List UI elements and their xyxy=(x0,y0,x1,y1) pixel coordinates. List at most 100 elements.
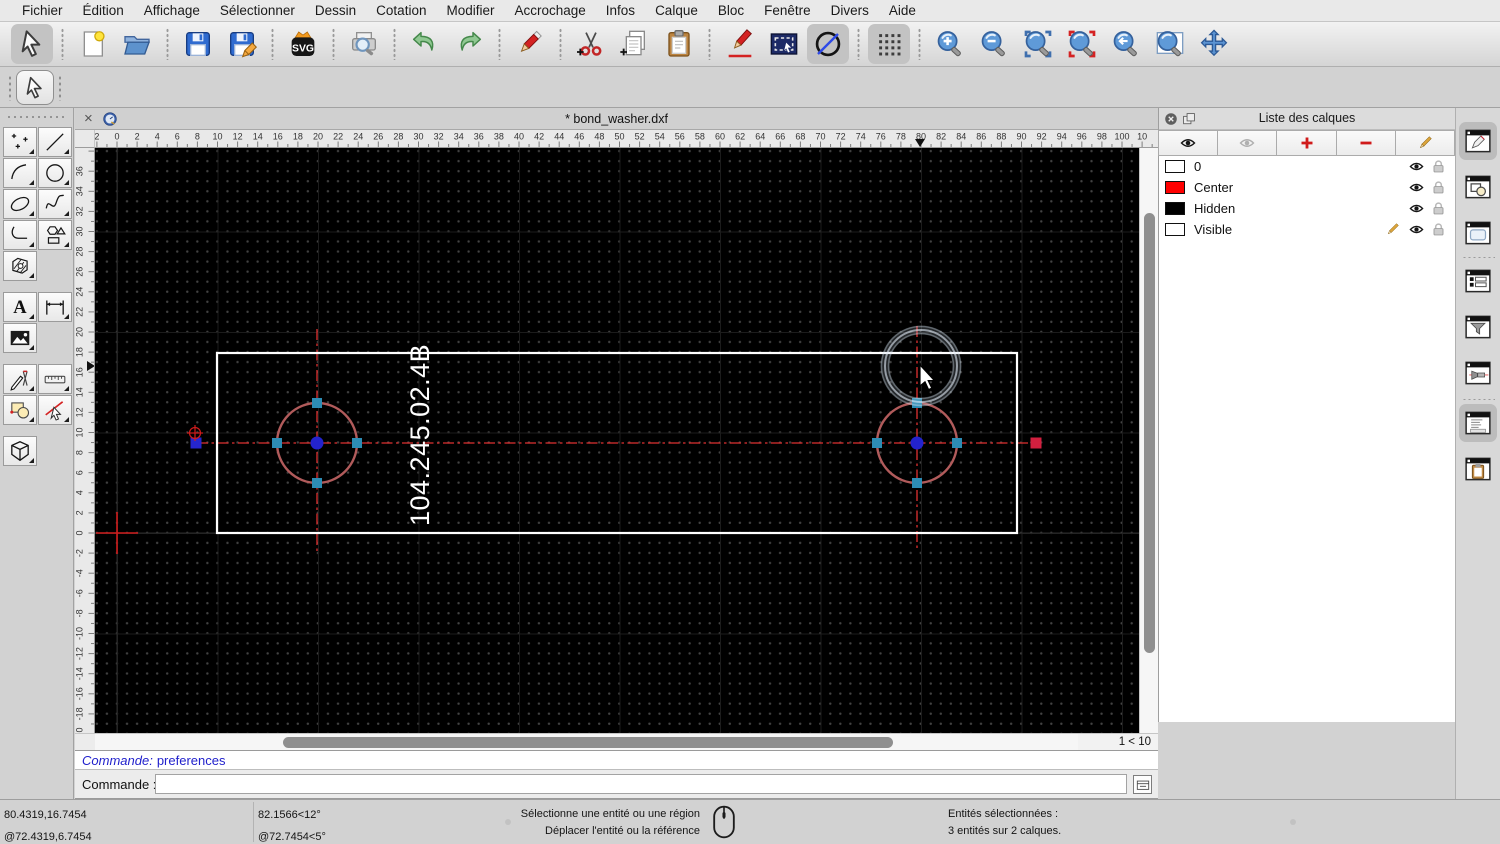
zoom-window-button[interactable] xyxy=(1149,24,1191,64)
vertical-scrollbar[interactable] xyxy=(1139,148,1158,733)
zoom-selected-button[interactable] xyxy=(1061,24,1103,64)
layer-row-0[interactable]: 0 xyxy=(1159,156,1455,177)
menu-fenetre[interactable]: Fenêtre xyxy=(754,3,821,18)
zoom-pan-button[interactable] xyxy=(1193,24,1235,64)
command-input[interactable] xyxy=(155,774,1127,794)
select-tool-button[interactable] xyxy=(16,70,54,105)
layer-lock-icon[interactable] xyxy=(1431,159,1446,174)
vertical-scrollbar-thumb[interactable] xyxy=(1143,213,1155,653)
svg-text:74: 74 xyxy=(856,132,866,142)
ellipse-tool[interactable] xyxy=(2,188,37,219)
library-browser-dock-button[interactable] xyxy=(1459,214,1497,252)
menu-dessin[interactable]: Dessin xyxy=(305,3,366,18)
layer-visibility-icon[interactable] xyxy=(1409,201,1424,216)
select-arrow-button[interactable] xyxy=(11,24,53,64)
dimension-tool[interactable] xyxy=(37,291,72,322)
circle-tool[interactable] xyxy=(37,157,72,188)
zoom-in-button[interactable] xyxy=(929,24,971,64)
hide-all-layers-button[interactable] xyxy=(1217,130,1278,156)
projection-dock-button[interactable] xyxy=(1459,354,1497,392)
layer-list-dock-button[interactable] xyxy=(1459,122,1497,160)
cut-button[interactable] xyxy=(570,24,612,64)
hatch-tool[interactable] xyxy=(2,250,37,281)
menu-accrochage[interactable]: Accrochage xyxy=(504,3,595,18)
menu-fichier[interactable]: Fichier xyxy=(12,3,73,18)
solid-3d-tool[interactable] xyxy=(2,435,37,466)
layer-visibility-icon[interactable] xyxy=(1409,180,1424,195)
zoom-previous-button[interactable] xyxy=(1105,24,1147,64)
selection-status-line2: 3 entités sur 2 calques. xyxy=(948,825,1062,837)
close-panel-icon[interactable] xyxy=(1164,112,1178,126)
save-button[interactable] xyxy=(177,24,219,64)
layer-lock-icon[interactable] xyxy=(1431,180,1446,195)
copy-button[interactable] xyxy=(614,24,656,64)
block-tool[interactable] xyxy=(2,394,37,425)
add-layer-button[interactable] xyxy=(1276,130,1337,156)
selection-filter-dock-button[interactable] xyxy=(1459,308,1497,346)
layer-visibility-icon[interactable] xyxy=(1409,159,1424,174)
block-list-dock-button[interactable] xyxy=(1459,168,1497,206)
points-tool[interactable] xyxy=(2,126,37,157)
spline-tool[interactable] xyxy=(37,188,72,219)
menu-bloc[interactable]: Bloc xyxy=(708,3,754,18)
zoom-out-button[interactable] xyxy=(973,24,1015,64)
draw-pencil-button[interactable] xyxy=(719,24,761,64)
svg-text:20: 20 xyxy=(75,327,85,337)
drag-handle[interactable] xyxy=(8,75,12,101)
paste-button[interactable] xyxy=(658,24,700,64)
edit-layer-button[interactable] xyxy=(1394,130,1456,156)
layer-row-center[interactable]: Center xyxy=(1159,177,1455,198)
layer-row-hidden[interactable]: Hidden xyxy=(1159,198,1455,219)
menu-cotation[interactable]: Cotation xyxy=(366,3,436,18)
menu-affichage[interactable]: Affichage xyxy=(134,3,210,18)
entity-list-dock-button[interactable] xyxy=(1459,262,1497,300)
menu-modifier[interactable]: Modifier xyxy=(436,3,504,18)
undo-button[interactable] xyxy=(404,24,446,64)
svg-export-button[interactable]: SVG xyxy=(282,24,324,64)
grid-toggle-button[interactable] xyxy=(868,24,910,64)
toolbar-separator xyxy=(166,28,169,60)
horizontal-scrollbar[interactable] xyxy=(95,733,1078,750)
close-document-icon[interactable]: × xyxy=(84,111,93,126)
command-options-button[interactable] xyxy=(1133,775,1152,794)
measure-tool[interactable] xyxy=(37,363,72,394)
menu-calque[interactable]: Calque xyxy=(645,3,708,18)
drawing-canvas[interactable]: 104.245.02.4B xyxy=(95,148,1139,733)
menu-divers[interactable]: Divers xyxy=(821,3,879,18)
line-tool[interactable] xyxy=(37,126,72,157)
redo-button[interactable] xyxy=(448,24,490,64)
select-window-button[interactable] xyxy=(763,24,805,64)
command-line-dock-button[interactable] xyxy=(1459,404,1497,442)
clipboard-dock-button[interactable] xyxy=(1459,450,1497,488)
show-all-layers-button[interactable] xyxy=(1158,130,1219,156)
menu-selectionner[interactable]: Sélectionner xyxy=(210,3,305,18)
image-tool[interactable] xyxy=(2,322,37,353)
layer-row-visible[interactable]: Visible xyxy=(1159,219,1455,240)
print-preview-button[interactable] xyxy=(343,24,385,64)
layer-lock-icon[interactable] xyxy=(1431,222,1446,237)
undock-panel-icon[interactable] xyxy=(1182,112,1196,126)
text-tool[interactable]: A xyxy=(2,291,37,322)
arc-tool[interactable] xyxy=(2,157,37,188)
horizontal-scrollbar-thumb[interactable] xyxy=(283,737,893,748)
polyline-tool[interactable] xyxy=(2,219,37,250)
menu-aide[interactable]: Aide xyxy=(879,3,926,18)
svg-text:40: 40 xyxy=(514,132,524,142)
zoom-auto-button[interactable] xyxy=(1017,24,1059,64)
svg-text:90: 90 xyxy=(1016,132,1026,142)
save-as-button[interactable] xyxy=(221,24,263,64)
delete-entities-button[interactable] xyxy=(509,24,551,64)
menu-infos[interactable]: Infos xyxy=(596,3,645,18)
deselect-all-button[interactable] xyxy=(807,24,849,64)
svg-text:20: 20 xyxy=(313,132,323,142)
drag-handle[interactable] xyxy=(58,75,62,101)
layer-lock-icon[interactable] xyxy=(1431,201,1446,216)
polygon-tool[interactable] xyxy=(37,219,72,250)
select-entity-tool[interactable] xyxy=(37,394,72,425)
open-file-button[interactable] xyxy=(116,24,158,64)
menu-edition[interactable]: Édition xyxy=(73,3,134,18)
modify-tool[interactable] xyxy=(2,363,37,394)
new-document-button[interactable] xyxy=(72,24,114,64)
remove-layer-button[interactable] xyxy=(1335,130,1396,156)
layer-visibility-icon[interactable] xyxy=(1409,222,1424,237)
